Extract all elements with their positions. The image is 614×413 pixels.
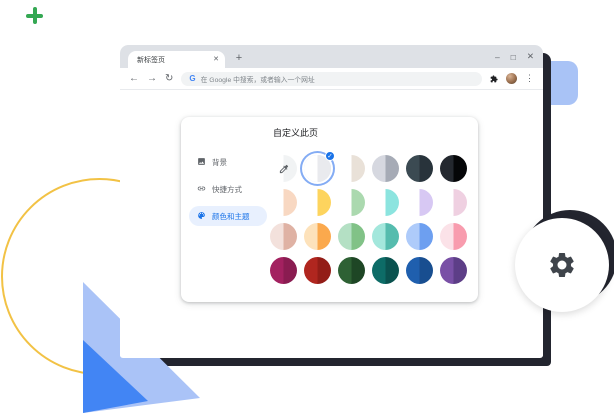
link-icon xyxy=(197,180,206,198)
theme-swatch[interactable] xyxy=(304,257,331,284)
sidebar-item-label: 背景 xyxy=(212,157,227,168)
sidebar-item-label: 快捷方式 xyxy=(212,184,242,195)
google-g-icon: G xyxy=(189,75,195,83)
palette-icon xyxy=(197,207,206,225)
theme-color-grid: ✓ xyxy=(270,155,468,284)
menu-dots-icon[interactable]: ⋮ xyxy=(525,74,534,83)
maximize-button[interactable]: □ xyxy=(511,52,516,62)
theme-swatch[interactable] xyxy=(270,257,297,284)
minimize-button[interactable]: – xyxy=(495,52,500,62)
address-placeholder: 在 Google 中搜索，或者输入一个网址 xyxy=(201,74,315,84)
theme-swatch[interactable] xyxy=(338,189,365,216)
theme-swatch[interactable] xyxy=(304,189,331,216)
theme-swatch[interactable] xyxy=(406,155,433,182)
theme-swatch[interactable] xyxy=(372,155,399,182)
theme-swatch[interactable] xyxy=(440,223,467,250)
browser-toolbar: ← → ↻ G 在 Google 中搜索，或者输入一个网址 ⋮ xyxy=(120,68,543,90)
tab-strip: 新标签页 ✕ + – □ ✕ xyxy=(120,45,543,68)
image-icon xyxy=(197,153,206,171)
theme-swatch[interactable] xyxy=(338,223,365,250)
tab-close-icon[interactable]: ✕ xyxy=(213,56,219,63)
extensions-icon[interactable] xyxy=(490,75,498,83)
theme-swatch[interactable] xyxy=(372,223,399,250)
profile-avatar[interactable] xyxy=(506,73,517,84)
customize-dialog: 自定义此页 背景快捷方式颜色和主题 ✓ xyxy=(181,117,478,302)
sidebar-item-0[interactable]: 背景 xyxy=(189,152,267,172)
theme-swatch[interactable] xyxy=(372,189,399,216)
sidebar-item-1[interactable]: 快捷方式 xyxy=(189,179,267,199)
dialog-sidebar: 背景快捷方式颜色和主题 xyxy=(189,152,267,233)
address-bar[interactable]: G 在 Google 中搜索，或者输入一个网址 xyxy=(181,72,482,86)
new-tab-button[interactable]: + xyxy=(232,52,246,66)
theme-swatch[interactable] xyxy=(406,223,433,250)
tab-title: 新标签页 xyxy=(137,55,213,65)
theme-swatch[interactable] xyxy=(270,223,297,250)
reload-icon[interactable]: ↻ xyxy=(165,74,173,84)
theme-swatch[interactable] xyxy=(440,155,467,182)
theme-swatch[interactable] xyxy=(270,189,297,216)
theme-swatch[interactable]: ✓ xyxy=(304,155,331,182)
close-button[interactable]: ✕ xyxy=(527,51,534,62)
theme-swatch[interactable] xyxy=(338,155,365,182)
back-icon[interactable]: ← xyxy=(129,74,139,84)
theme-swatch[interactable] xyxy=(338,257,365,284)
browser-window: 新标签页 ✕ + – □ ✕ ← → ↻ G 在 Google 中搜索，或者输入… xyxy=(120,45,543,358)
new-tab-page: 自定义此页 背景快捷方式颜色和主题 ✓ xyxy=(120,90,543,357)
eyedropper-icon xyxy=(278,163,289,174)
theme-swatch[interactable] xyxy=(304,223,331,250)
theme-swatch[interactable] xyxy=(406,189,433,216)
settings-button[interactable] xyxy=(515,218,609,312)
sidebar-item-label: 颜色和主题 xyxy=(212,211,250,222)
gear-icon xyxy=(547,250,577,280)
dialog-title: 自定义此页 xyxy=(273,126,318,139)
selected-check-badge: ✓ xyxy=(325,151,335,161)
plus-shape xyxy=(26,7,43,24)
browser-tab[interactable]: 新标签页 ✕ xyxy=(128,51,225,68)
theme-swatch[interactable] xyxy=(440,189,467,216)
theme-swatch[interactable] xyxy=(406,257,433,284)
sidebar-item-2[interactable]: 颜色和主题 xyxy=(189,206,267,226)
forward-icon[interactable]: → xyxy=(147,74,157,84)
custom-color-swatch[interactable] xyxy=(270,155,297,182)
theme-swatch[interactable] xyxy=(440,257,467,284)
theme-swatch[interactable] xyxy=(372,257,399,284)
